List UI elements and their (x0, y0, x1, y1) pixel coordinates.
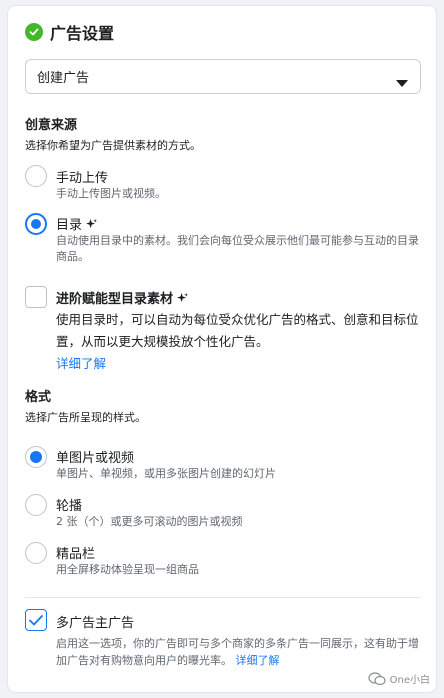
ad-creation-dropdown[interactable]: 创建广告 (25, 59, 421, 94)
option-carousel-label: 轮播 (56, 499, 83, 514)
option-collection-label: 精品栏 (56, 547, 96, 562)
option-catalog-label-row: 目录 (56, 214, 98, 234)
creative-source-title: 创意来源 (25, 118, 78, 133)
ad-settings-card: 广告设置 创建广告 创意来源 选择你希望为广告提供素材的方式。 手动上传 手动上… (8, 6, 436, 692)
wechat-icon (368, 671, 386, 685)
advanced-catalog-label-row: 进阶赋能型目录素材 (56, 288, 189, 308)
option-catalog-label: 目录 (56, 218, 83, 233)
watermark: One小白 (368, 671, 430, 686)
checkmark-icon (29, 614, 43, 625)
page-title: 广告设置 (50, 24, 115, 43)
option-manual-upload-desc: 手动上传图片或视频。 (56, 187, 166, 200)
section-divider (25, 597, 421, 598)
option-collection-desc: 用全屏移动体验呈现一组商品 (56, 563, 199, 576)
advanced-catalog-desc: 使用目录时，可以自动为每位受众优化广告的格式、创意和目标位置，从而以更大规模投放… (56, 309, 436, 375)
radio-single-image-video[interactable] (25, 446, 47, 468)
format-title: 格式 (25, 390, 52, 405)
multi-advertiser-label: 多广告主广告 (56, 616, 135, 631)
option-manual-upload-label: 手动上传 (56, 171, 109, 186)
option-single-image-label: 单图片或视频 (56, 451, 135, 466)
checkbox-advanced-catalog[interactable] (25, 286, 47, 308)
checkbox-multi-advertiser[interactable] (25, 609, 47, 631)
option-carousel-desc: 2 张（个）或更多可滚动的图片或视频 (56, 515, 243, 528)
advanced-catalog-desc-text: 使用目录时，可以自动为每位受众优化广告的格式、创意和目标位置，从而以更大规模投放… (56, 312, 419, 349)
format-subtitle: 选择广告所呈现的样式。 (25, 411, 146, 424)
radio-collection[interactable] (25, 542, 47, 564)
caret-down-icon (396, 73, 408, 92)
multi-advertiser-desc: 启用这一选项，你的广告即可与多个商家的多条广告一同展示，这有助于增加广告对有购物… (56, 635, 426, 669)
sparkle-icon (177, 293, 189, 308)
check-circle-icon (25, 23, 43, 41)
radio-manual-upload[interactable] (25, 165, 47, 187)
learn-more-link[interactable]: 详细了解 (56, 356, 106, 371)
sparkle-icon (86, 219, 98, 234)
radio-carousel[interactable] (25, 494, 47, 516)
advanced-catalog-label: 进阶赋能型目录素材 (56, 292, 174, 307)
card-header: 广告设置 (25, 20, 114, 44)
option-catalog-desc: 自动使用目录中的素材。我们会向每位受众展示他们最可能参与互动的目录商品。 (56, 234, 419, 263)
watermark-text: One小白 (389, 675, 430, 686)
creative-source-subtitle: 选择你希望为广告提供素材的方式。 (25, 139, 201, 152)
dropdown-value: 创建广告 (37, 71, 90, 86)
multi-advertiser-learn-more-link[interactable]: 详细了解 (236, 654, 280, 667)
option-single-image-desc: 单图片、单视频，或用多张图片创建的幻灯片 (56, 467, 276, 480)
radio-catalog[interactable] (25, 213, 47, 235)
